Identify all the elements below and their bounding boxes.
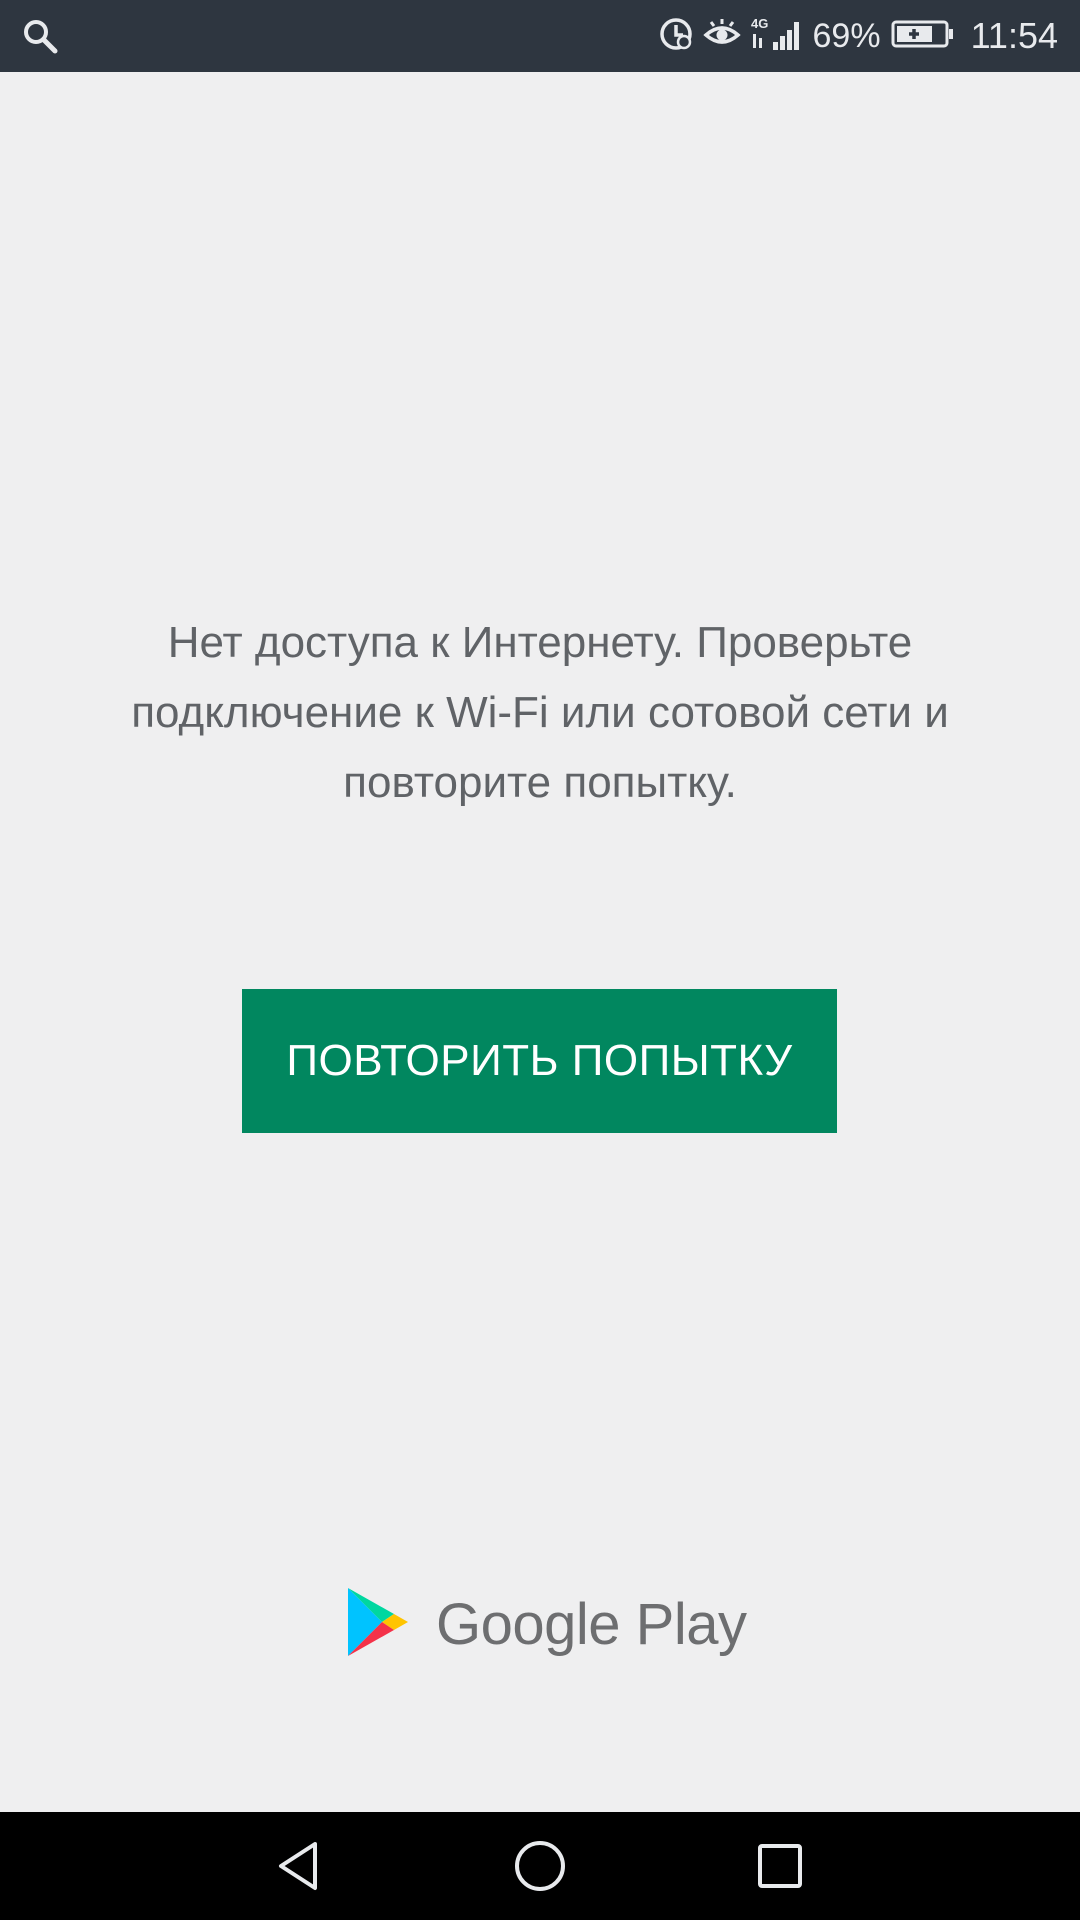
clock: 11:54: [970, 15, 1058, 56]
data-saver-icon: [659, 17, 693, 56]
google-play-logo: Google Play: [346, 1586, 747, 1663]
signal-icon: 4G: [751, 14, 801, 59]
recents-icon[interactable]: [744, 1830, 816, 1902]
play-triangle-icon: [346, 1586, 410, 1663]
back-icon[interactable]: [263, 1830, 335, 1902]
battery-percent: 69%: [812, 16, 881, 55]
status-icons: 4G 69% 11:54: [659, 0, 1058, 72]
home-icon[interactable]: [504, 1830, 576, 1902]
screen: 4G 69% 11:54 Нет доступа к Интернету. Пр…: [0, 0, 1080, 1920]
navigation-bar: [0, 1812, 1080, 1920]
google-play-wordmark: Google Play: [436, 1591, 747, 1657]
no-connection-message: Нет доступа к Интернету. Проверьте подкл…: [131, 618, 949, 807]
battery-charging-icon: [891, 19, 955, 54]
search-icon[interactable]: [22, 18, 58, 54]
status-bar: 4G 69% 11:54: [0, 0, 1080, 72]
retry-button[interactable]: ПОВТОРИТЬ ПОПЫТКУ: [242, 989, 837, 1133]
network-type-label: 4G: [751, 16, 768, 31]
eye-comfort-icon: [702, 17, 741, 56]
